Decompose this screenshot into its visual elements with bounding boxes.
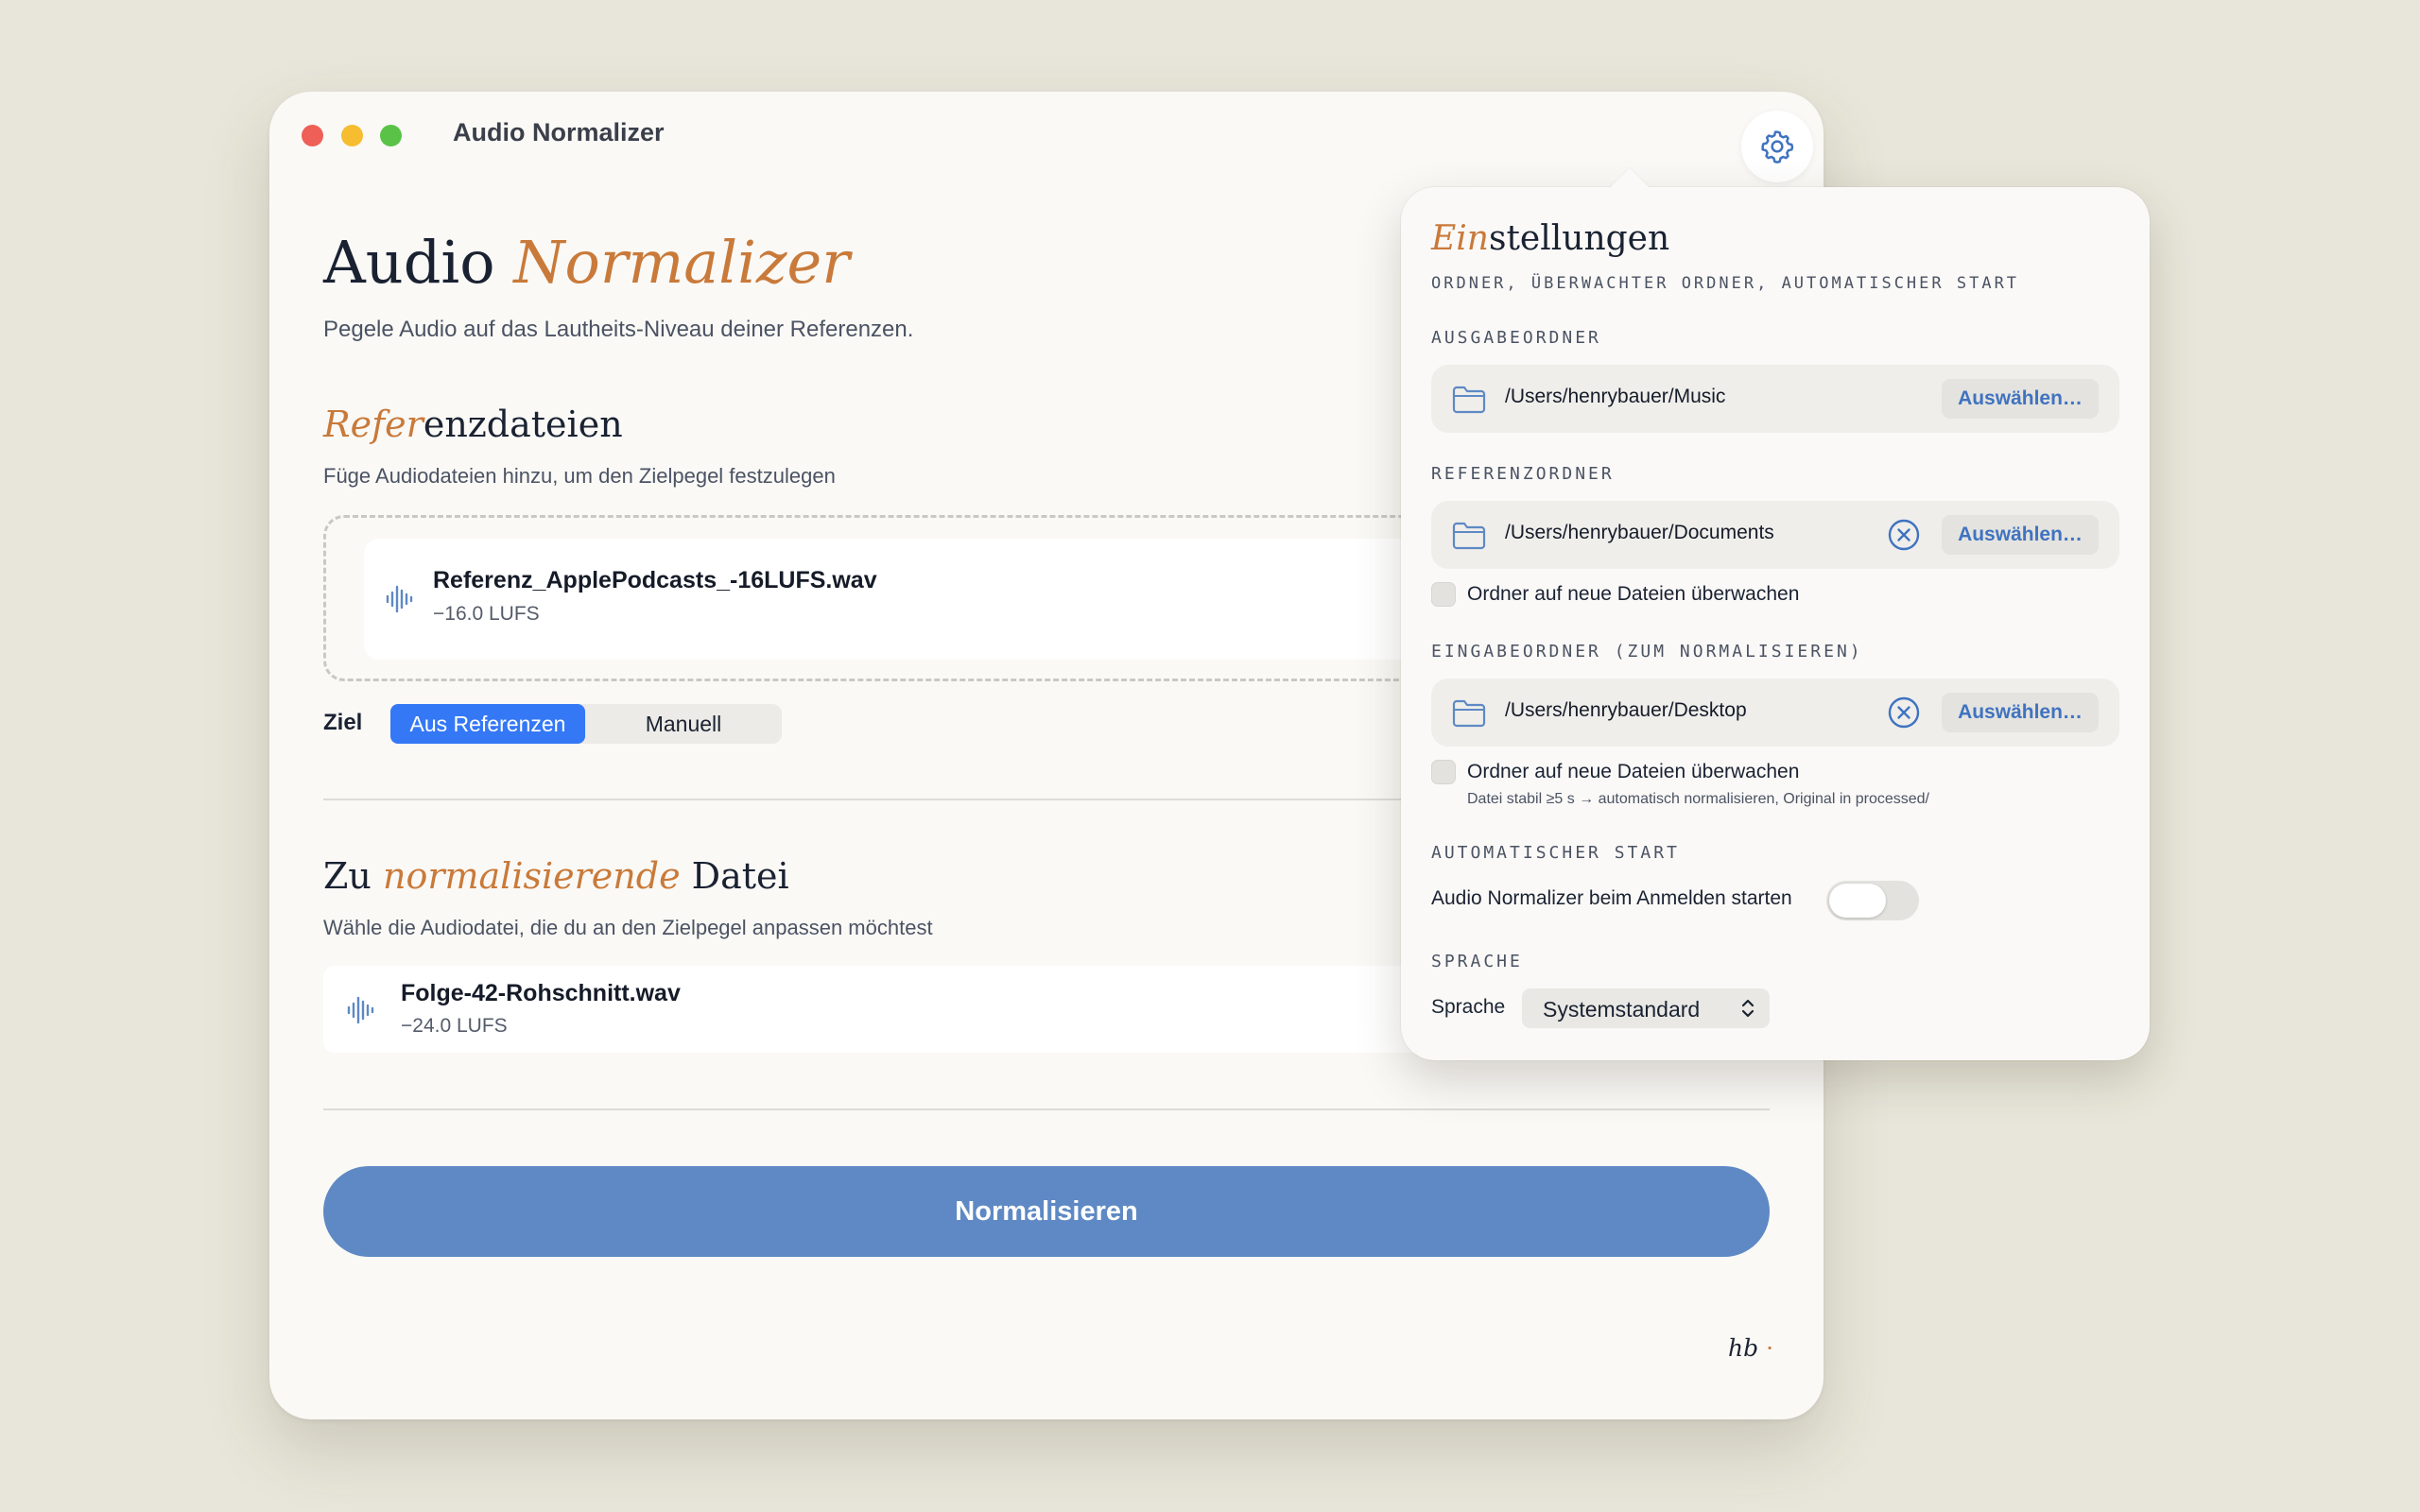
- language-select[interactable]: Systemstandard: [1522, 988, 1770, 1028]
- normalize-file-name: Folge-42-Rohschnitt.wav: [401, 980, 681, 1006]
- reference-watch-checkbox[interactable]: [1431, 582, 1456, 607]
- autostart-label: AUTOMATISCHER START: [1431, 843, 1680, 863]
- settings-popover: Einstellungen ORDNER, ÜBERWACHTER ORDNER…: [1401, 167, 2150, 1060]
- reference-file-item[interactable]: Referenz_ApplePodcasts_-16LUFS.wav −16.0…: [364, 539, 1479, 660]
- reference-folder-label: REFERENZORDNER: [1431, 464, 1615, 484]
- input-watch-hint: Datei stabil ≥5 s → automatisch normalis…: [1467, 791, 1929, 807]
- section-divider: [323, 799, 1458, 800]
- output-folder-row: /Users/henrybauer/Music Auswählen…: [1431, 365, 2119, 433]
- language-field-label: Sprache: [1431, 996, 1506, 1018]
- target-segmented-control: Aus Referenzen Manuell: [390, 704, 782, 744]
- input-watch-checkbox[interactable]: [1431, 760, 1456, 784]
- settings-subtitle: ORDNER, ÜBERWACHTER ORDNER, AUTOMATISCHE…: [1431, 274, 2020, 293]
- folder-icon: [1452, 522, 1486, 550]
- target-option-manual[interactable]: Manuell: [585, 704, 782, 744]
- settings-title: Einstellungen: [1431, 219, 1670, 258]
- normalize-button[interactable]: Normalisieren: [323, 1166, 1770, 1257]
- signature-logo: hb ·: [1728, 1334, 1774, 1362]
- section-divider: [323, 1108, 1770, 1110]
- reference-section-title: Referenzdateien: [323, 404, 623, 445]
- title-bar: Audio Normalizer: [269, 92, 1824, 182]
- reference-folder-path: /Users/henrybauer/Documents: [1505, 522, 1774, 543]
- input-watch-label: Ordner auf neue Dateien überwachen: [1467, 761, 1800, 782]
- output-folder-choose-button[interactable]: Auswählen…: [1942, 379, 2099, 419]
- reference-folder-row: /Users/henrybauer/Documents Auswählen…: [1431, 501, 2119, 569]
- normalize-file-loudness: −24.0 LUFS: [401, 1015, 508, 1037]
- zoom-window-button[interactable]: [380, 125, 402, 146]
- input-watch-row: Ordner auf neue Dateien überwachen: [1431, 760, 1799, 784]
- window-title: Audio Normalizer: [453, 118, 665, 146]
- reference-file-name: Referenz_ApplePodcasts_-16LUFS.wav: [433, 567, 877, 593]
- reference-section-subtitle: Füge Audiodateien hinzu, um den Zielpege…: [323, 464, 836, 488]
- waveform-icon: [347, 996, 374, 1024]
- reference-file-loudness: −16.0 LUFS: [433, 603, 540, 625]
- clear-circle-icon[interactable]: [1887, 696, 1921, 730]
- normalize-file-item[interactable]: Folge-42-Rohschnitt.wav −24.0 LUFS: [323, 966, 1458, 1053]
- target-label: Ziel: [323, 710, 363, 735]
- close-window-button[interactable]: [302, 125, 323, 146]
- folder-icon: [1452, 699, 1486, 728]
- output-folder-label: AUSGABEORDNER: [1431, 328, 1601, 348]
- clear-circle-icon[interactable]: [1887, 518, 1921, 552]
- folder-icon: [1452, 386, 1486, 414]
- output-folder-path: /Users/henrybauer/Music: [1505, 386, 1726, 407]
- reference-dropzone[interactable]: Referenz_ApplePodcasts_-16LUFS.wav −16.0…: [323, 515, 1479, 681]
- minimize-window-button[interactable]: [341, 125, 363, 146]
- toggle-knob: [1829, 884, 1886, 918]
- gear-icon: [1761, 130, 1794, 163]
- settings-button[interactable]: [1741, 111, 1813, 182]
- reference-watch-label: Ordner auf neue Dateien überwachen: [1467, 583, 1800, 605]
- input-folder-choose-button[interactable]: Auswählen…: [1942, 693, 2099, 732]
- language-label: SPRACHE: [1431, 952, 1523, 971]
- input-folder-label: EINGABEORDNER (ZUM NORMALISIEREN): [1431, 642, 1863, 662]
- normalize-section-subtitle: Wähle die Audiodatei, die du an den Ziel…: [323, 916, 933, 939]
- target-option-from-references[interactable]: Aus Referenzen: [390, 704, 585, 744]
- chevron-updown-icon: [1741, 999, 1754, 1018]
- autostart-toggle[interactable]: [1826, 881, 1919, 920]
- reference-watch-row: Ordner auf neue Dateien überwachen: [1431, 582, 1799, 607]
- waveform-icon: [386, 585, 413, 613]
- input-folder-path: /Users/henrybauer/Desktop: [1505, 699, 1747, 721]
- normalize-section-title: Zu normalisierende Datei: [323, 855, 789, 897]
- input-folder-row: /Users/henrybauer/Desktop Auswählen…: [1431, 679, 2119, 747]
- language-select-value: Systemstandard: [1543, 997, 1701, 1022]
- reference-folder-choose-button[interactable]: Auswählen…: [1942, 515, 2099, 555]
- autostart-toggle-label: Audio Normalizer beim Anmelden starten: [1431, 887, 1792, 909]
